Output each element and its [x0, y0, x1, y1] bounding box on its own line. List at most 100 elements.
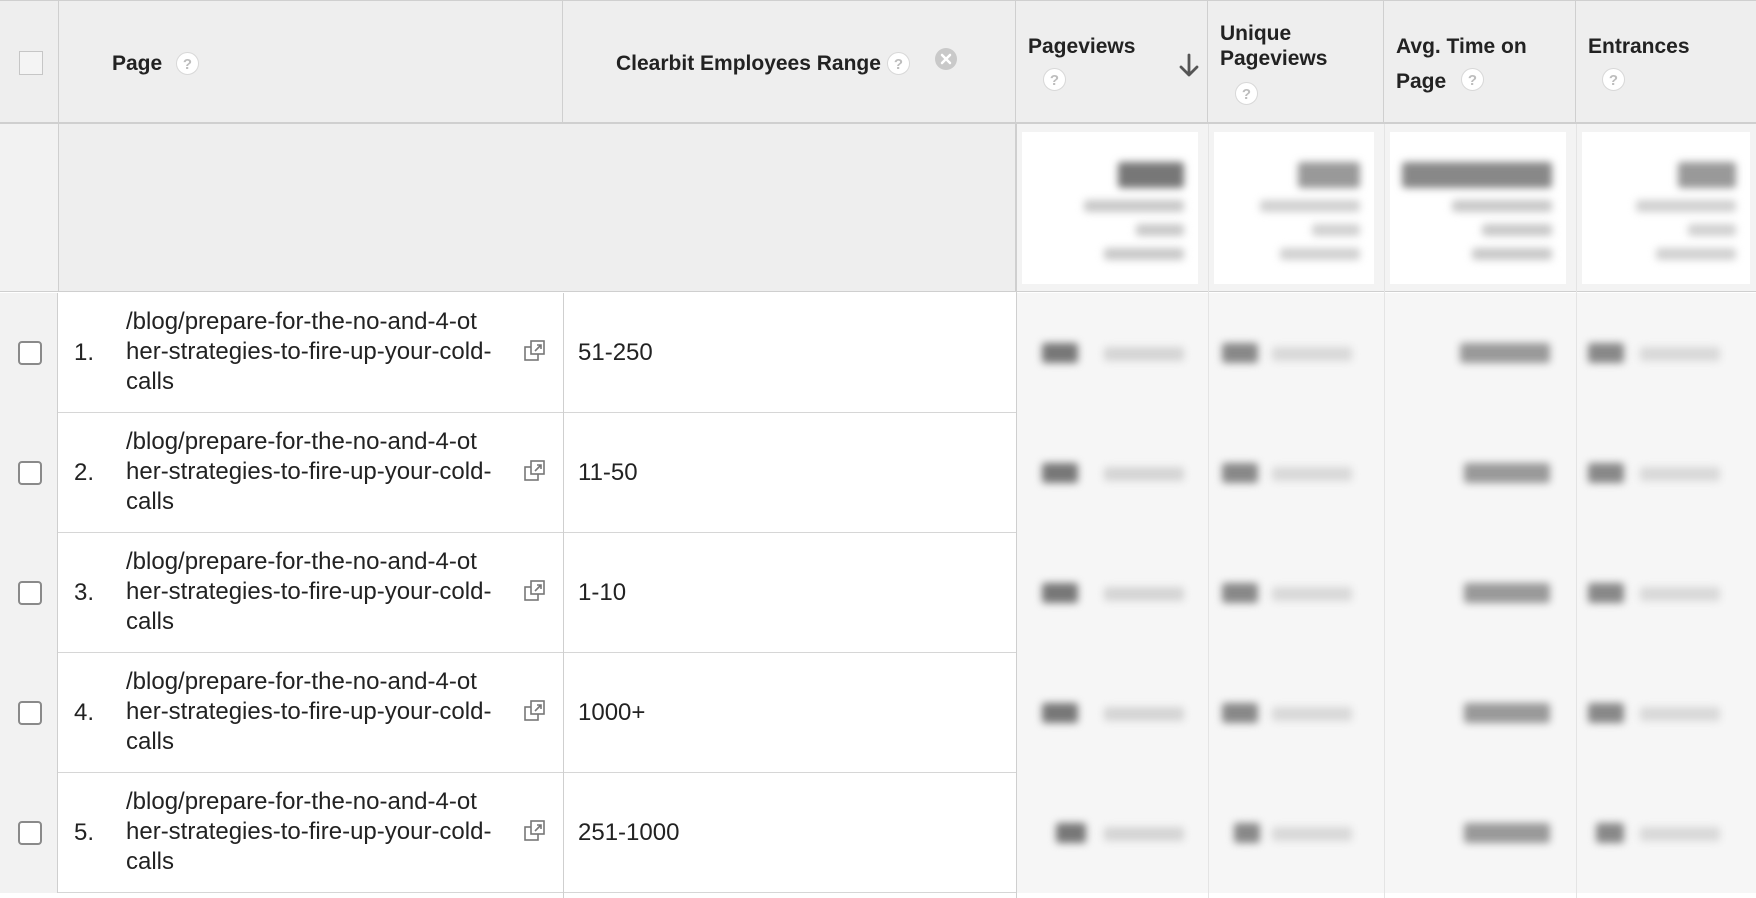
table-header: Page ? Clearbit Employees Range ? Pagevi…: [0, 0, 1756, 125]
page-path-link[interactable]: /blog/prepare-for-the-no-and-4-ot her-st…: [126, 787, 526, 877]
redacted-value: [1280, 248, 1360, 260]
redacted-value: [1656, 248, 1736, 260]
row-number: 2.: [74, 459, 95, 486]
redacted-value: [1464, 463, 1550, 483]
entrances-help-icon[interactable]: ?: [1602, 68, 1625, 91]
remove-dimension-icon[interactable]: [934, 47, 958, 76]
redacted-value: [1402, 162, 1552, 188]
row-select-cell: [0, 293, 58, 413]
redacted-value: [1464, 823, 1550, 843]
row-metrics: [1016, 533, 1756, 653]
page-path-link[interactable]: /blog/prepare-for-the-no-and-4-ot her-st…: [126, 547, 526, 637]
redacted-value: [1104, 347, 1184, 361]
row-metrics: [1016, 773, 1756, 893]
redacted-value: [1118, 162, 1184, 188]
redacted-value: [1272, 707, 1352, 721]
redacted-value: [1234, 823, 1260, 843]
employees-range: 251-1000: [578, 819, 680, 846]
row-select-cell: [0, 773, 58, 893]
header-entrances-cell[interactable]: Entrances ?: [1576, 1, 1756, 125]
open-external-icon[interactable]: [524, 700, 546, 722]
clearbit-help-icon[interactable]: ?: [887, 52, 910, 75]
column-divider: [1016, 124, 1017, 898]
select-all-checkbox[interactable]: [19, 51, 43, 75]
page-path-line: her-strategies-to-fire-up-your-cold-: [126, 578, 492, 605]
redacted-value: [1640, 347, 1720, 361]
pageviews-column-label[interactable]: Pageviews: [1028, 35, 1135, 59]
redacted-value: [1272, 467, 1352, 481]
redacted-value: [1042, 703, 1078, 723]
page-help-icon[interactable]: ?: [176, 52, 199, 75]
row-metrics: [1016, 413, 1756, 533]
open-external-icon[interactable]: [524, 340, 546, 362]
totals-entrances-cell: [1582, 132, 1750, 284]
page-path-line: her-strategies-to-fire-up-your-cold-: [126, 458, 492, 485]
redacted-value: [1272, 587, 1352, 601]
row-checkbox[interactable]: [18, 341, 42, 365]
page-path-line: calls: [126, 608, 175, 635]
row-checkbox[interactable]: [18, 461, 42, 485]
redacted-value: [1640, 707, 1720, 721]
redacted-value: [1042, 343, 1078, 363]
avgtime-help-icon[interactable]: ?: [1461, 68, 1484, 91]
page-path-line: /blog/prepare-for-the-no-and-4-ot: [126, 428, 477, 455]
redacted-value: [1272, 827, 1352, 841]
totals-unique-cell: [1214, 132, 1374, 284]
redacted-value: [1272, 347, 1352, 361]
column-divider: [563, 293, 564, 898]
page-path-line: calls: [126, 848, 175, 875]
column-divider: [1208, 124, 1209, 898]
redacted-value: [1452, 200, 1552, 212]
redacted-value: [1588, 583, 1624, 603]
redacted-value: [1312, 224, 1360, 236]
page-column-label[interactable]: Page: [112, 52, 162, 76]
header-clearbit-cell[interactable]: Clearbit Employees Range ?: [563, 1, 1016, 125]
redacted-value: [1482, 224, 1552, 236]
avgtime-column-label-line2[interactable]: Page: [1396, 70, 1446, 94]
unique-column-label-line1[interactable]: Unique: [1220, 22, 1291, 46]
redacted-value: [1588, 463, 1624, 483]
page-path-link[interactable]: /blog/prepare-for-the-no-and-4-ot her-st…: [126, 667, 526, 757]
page-path-line: calls: [126, 488, 175, 515]
avgtime-column-label-line1[interactable]: Avg. Time on: [1396, 35, 1527, 59]
open-external-icon[interactable]: [524, 460, 546, 482]
employees-range: 1-10: [578, 579, 627, 606]
page-path-line: /blog/prepare-for-the-no-and-4-ot: [126, 548, 477, 575]
row-metrics: [1016, 653, 1756, 773]
page-path-line: calls: [126, 368, 175, 395]
redacted-value: [1640, 827, 1720, 841]
page-path-line: /blog/prepare-for-the-no-and-4-ot: [126, 788, 477, 815]
open-external-icon[interactable]: [524, 820, 546, 842]
redacted-value: [1136, 224, 1184, 236]
redacted-value: [1464, 703, 1550, 723]
column-divider: [1384, 124, 1385, 898]
row-number: 1.: [74, 339, 95, 366]
header-unique-cell[interactable]: Unique Pageviews ?: [1208, 1, 1384, 125]
header-page-cell[interactable]: Page ?: [59, 1, 563, 125]
page-path-link[interactable]: /blog/prepare-for-the-no-and-4-ot her-st…: [126, 307, 526, 397]
row-checkbox[interactable]: [18, 701, 42, 725]
header-pageviews-cell[interactable]: Pageviews ?: [1016, 1, 1208, 125]
row-checkbox[interactable]: [18, 821, 42, 845]
row-checkbox[interactable]: [18, 581, 42, 605]
header-avgtime-cell[interactable]: Avg. Time on Page ?: [1384, 1, 1576, 125]
table-row: 4. /blog/prepare-for-the-no-and-4-ot her…: [0, 653, 1756, 773]
open-external-icon[interactable]: [524, 580, 546, 602]
row-metrics: [1016, 293, 1756, 413]
page-path-link[interactable]: /blog/prepare-for-the-no-and-4-ot her-st…: [126, 427, 526, 517]
redacted-value: [1472, 248, 1552, 260]
sort-descending-icon[interactable]: [1178, 53, 1200, 84]
page-path-line: /blog/prepare-for-the-no-and-4-ot: [126, 668, 477, 695]
redacted-value: [1678, 162, 1736, 188]
page-path-line: calls: [126, 728, 175, 755]
redacted-value: [1222, 463, 1258, 483]
pageviews-help-icon[interactable]: ?: [1043, 68, 1066, 91]
table-row: 3. /blog/prepare-for-the-no-and-4-ot her…: [0, 533, 1756, 653]
unique-help-icon[interactable]: ?: [1235, 82, 1258, 105]
clearbit-column-label[interactable]: Clearbit Employees Range: [616, 52, 881, 76]
row-select-cell: [0, 653, 58, 773]
totals-pageviews-cell: [1022, 132, 1198, 284]
redacted-value: [1460, 343, 1550, 363]
entrances-column-label[interactable]: Entrances: [1588, 35, 1690, 59]
unique-column-label-line2[interactable]: Pageviews: [1220, 47, 1327, 71]
